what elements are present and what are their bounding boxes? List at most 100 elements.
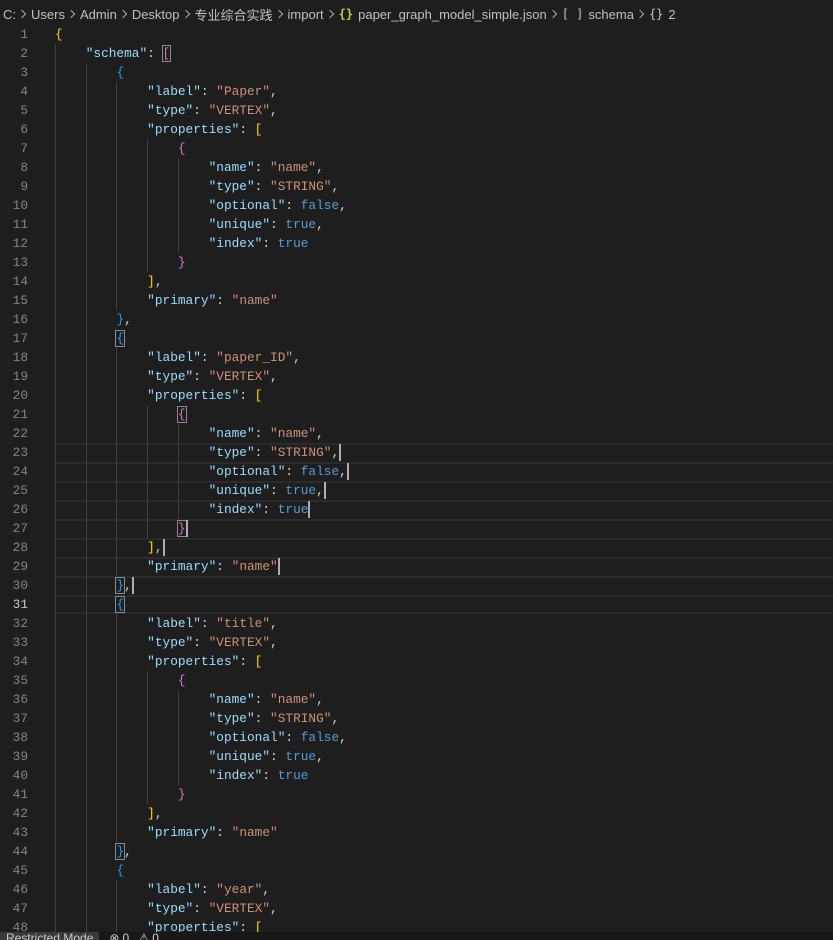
code-text[interactable]: "type": "STRING", xyxy=(55,709,340,728)
editor-line[interactable]: 4 "label": "Paper", xyxy=(0,82,833,101)
editor-line[interactable]: 38 "optional": false, xyxy=(0,728,833,747)
editor-line[interactable]: 35 { xyxy=(0,671,833,690)
breadcrumb-symbol-schema[interactable]: schema xyxy=(562,3,634,25)
code-text[interactable]: "name": "name", xyxy=(55,690,324,709)
editor-line[interactable]: 33 "type": "VERTEX", xyxy=(0,633,833,652)
code-text[interactable]: "name": "name", xyxy=(55,158,324,177)
code-text[interactable]: "properties": [ xyxy=(55,652,262,671)
code-text[interactable]: "unique": true, xyxy=(55,215,324,234)
code-text[interactable]: "label": "year", xyxy=(55,880,270,899)
editor-line[interactable]: 8 "name": "name", xyxy=(0,158,833,177)
editor-line[interactable]: 16 }, xyxy=(0,310,833,329)
breadcrumb-item-import[interactable]: import xyxy=(288,3,324,25)
code-text[interactable]: { xyxy=(55,329,126,348)
code-text[interactable]: ], xyxy=(55,272,162,291)
code-text[interactable]: "type": "VERTEX", xyxy=(55,633,278,652)
editor-line[interactable]: 23 "type": "STRING", xyxy=(0,443,833,462)
editor-line[interactable]: 21 { xyxy=(0,405,833,424)
code-text[interactable]: "primary": "name" xyxy=(55,823,278,842)
code-text[interactable]: } xyxy=(55,519,187,538)
editor-line[interactable]: 5 "type": "VERTEX", xyxy=(0,101,833,120)
code-text[interactable]: ], xyxy=(55,538,162,557)
editor-line[interactable]: 47 "type": "VERTEX", xyxy=(0,899,833,918)
code-editor[interactable]: 1{2 "schema": [3 {4 "label": "Paper", 5 "… xyxy=(0,25,833,932)
code-text[interactable]: "index": true xyxy=(55,500,309,519)
breadcrumb-item-admin[interactable]: Admin xyxy=(80,3,117,25)
code-text[interactable]: "type": "VERTEX", xyxy=(55,367,278,386)
editor-line[interactable]: 44 }, xyxy=(0,842,833,861)
code-text[interactable]: ], xyxy=(55,804,162,823)
problems-indicator[interactable]: 0 0 xyxy=(103,932,171,940)
editor-line[interactable]: 20 "properties": [ xyxy=(0,386,833,405)
editor-line[interactable]: 41 } xyxy=(0,785,833,804)
editor-line[interactable]: 1{ xyxy=(0,25,833,44)
editor-line[interactable]: 43 "primary": "name" xyxy=(0,823,833,842)
editor-line[interactable]: 37 "type": "STRING", xyxy=(0,709,833,728)
code-text[interactable]: { xyxy=(55,861,124,880)
code-text[interactable]: "unique": true, xyxy=(55,481,324,500)
editor-line[interactable]: 15 "primary": "name" xyxy=(0,291,833,310)
editor-line[interactable]: 31 { xyxy=(0,595,833,614)
code-text[interactable]: }, xyxy=(55,576,132,595)
code-text[interactable]: "type": "VERTEX", xyxy=(55,899,278,918)
editor-line[interactable]: 29 "primary": "name" xyxy=(0,557,833,576)
editor-line[interactable]: 24 "optional": false, xyxy=(0,462,833,481)
code-text[interactable]: "primary": "name" xyxy=(55,291,278,310)
breadcrumb-item-desktop[interactable]: Desktop xyxy=(132,3,180,25)
code-text[interactable]: { xyxy=(55,63,124,82)
code-text[interactable]: { xyxy=(55,25,63,44)
editor-line[interactable]: 46 "label": "year", xyxy=(0,880,833,899)
editor-line[interactable]: 45 { xyxy=(0,861,833,880)
breadcrumb-item-drive[interactable]: C: xyxy=(3,3,16,25)
code-text[interactable]: { xyxy=(55,139,186,158)
editor-line[interactable]: 32 "label": "title", xyxy=(0,614,833,633)
editor-line[interactable]: 40 "index": true xyxy=(0,766,833,785)
code-text[interactable]: "type": "STRING", xyxy=(55,177,340,196)
code-text[interactable]: "index": true xyxy=(55,234,309,253)
code-text[interactable]: "schema": [ xyxy=(55,44,172,63)
code-text[interactable]: "type": "VERTEX", xyxy=(55,101,278,120)
code-text[interactable]: } xyxy=(55,785,186,804)
editor-line[interactable]: 3 { xyxy=(0,63,833,82)
editor-line[interactable]: 12 "index": true xyxy=(0,234,833,253)
editor-line[interactable]: 36 "name": "name", xyxy=(0,690,833,709)
editor-line[interactable]: 7 { xyxy=(0,139,833,158)
editor-line[interactable]: 42 ], xyxy=(0,804,833,823)
code-text[interactable]: "primary": "name" xyxy=(55,557,278,576)
code-text[interactable]: "name": "name", xyxy=(55,424,324,443)
editor-line[interactable]: 22 "name": "name", xyxy=(0,424,833,443)
code-text[interactable]: "properties": [ xyxy=(55,386,262,405)
editor-line[interactable]: 39 "unique": true, xyxy=(0,747,833,766)
editor-line[interactable]: 27 } xyxy=(0,519,833,538)
editor-line[interactable]: 6 "properties": [ xyxy=(0,120,833,139)
editor-line[interactable]: 18 "label": "paper_ID", xyxy=(0,348,833,367)
code-text[interactable]: }, xyxy=(55,842,132,861)
editor-line[interactable]: 2 "schema": [ xyxy=(0,44,833,63)
editor-line[interactable]: 13 } xyxy=(0,253,833,272)
code-text[interactable]: "index": true xyxy=(55,766,309,785)
editor-line[interactable]: 30 }, xyxy=(0,576,833,595)
editor-line[interactable]: 28 ], xyxy=(0,538,833,557)
editor-line[interactable]: 11 "unique": true, xyxy=(0,215,833,234)
code-text[interactable]: } xyxy=(55,253,186,272)
code-text[interactable]: "properties": [ xyxy=(55,918,262,932)
editor-line[interactable]: 14 ], xyxy=(0,272,833,291)
editor-line[interactable]: 26 "index": true xyxy=(0,500,833,519)
code-text[interactable]: "optional": false, xyxy=(55,196,347,215)
code-text[interactable]: "optional": false, xyxy=(55,462,347,481)
code-text[interactable]: "properties": [ xyxy=(55,120,262,139)
breadcrumb-symbol-object[interactable]: 2 xyxy=(649,3,675,25)
code-text[interactable]: { xyxy=(55,671,186,690)
editor-line[interactable]: 9 "type": "STRING", xyxy=(0,177,833,196)
editor-line[interactable]: 48 "properties": [ xyxy=(0,918,833,932)
editor-line[interactable]: 10 "optional": false, xyxy=(0,196,833,215)
editor-line[interactable]: 17 { xyxy=(0,329,833,348)
code-text[interactable]: "label": "paper_ID", xyxy=(55,348,301,367)
breadcrumb-item-folder[interactable]: 专业综合实践 xyxy=(195,3,273,25)
breadcrumb-item-users[interactable]: Users xyxy=(31,3,65,25)
code-text[interactable]: "label": "Paper", xyxy=(55,82,278,101)
editor-line[interactable]: 34 "properties": [ xyxy=(0,652,833,671)
code-text[interactable]: "type": "STRING", xyxy=(55,443,340,462)
code-text[interactable]: }, xyxy=(55,310,131,329)
breadcrumb-item-file[interactable]: paper_graph_model_simple.json xyxy=(339,3,547,25)
